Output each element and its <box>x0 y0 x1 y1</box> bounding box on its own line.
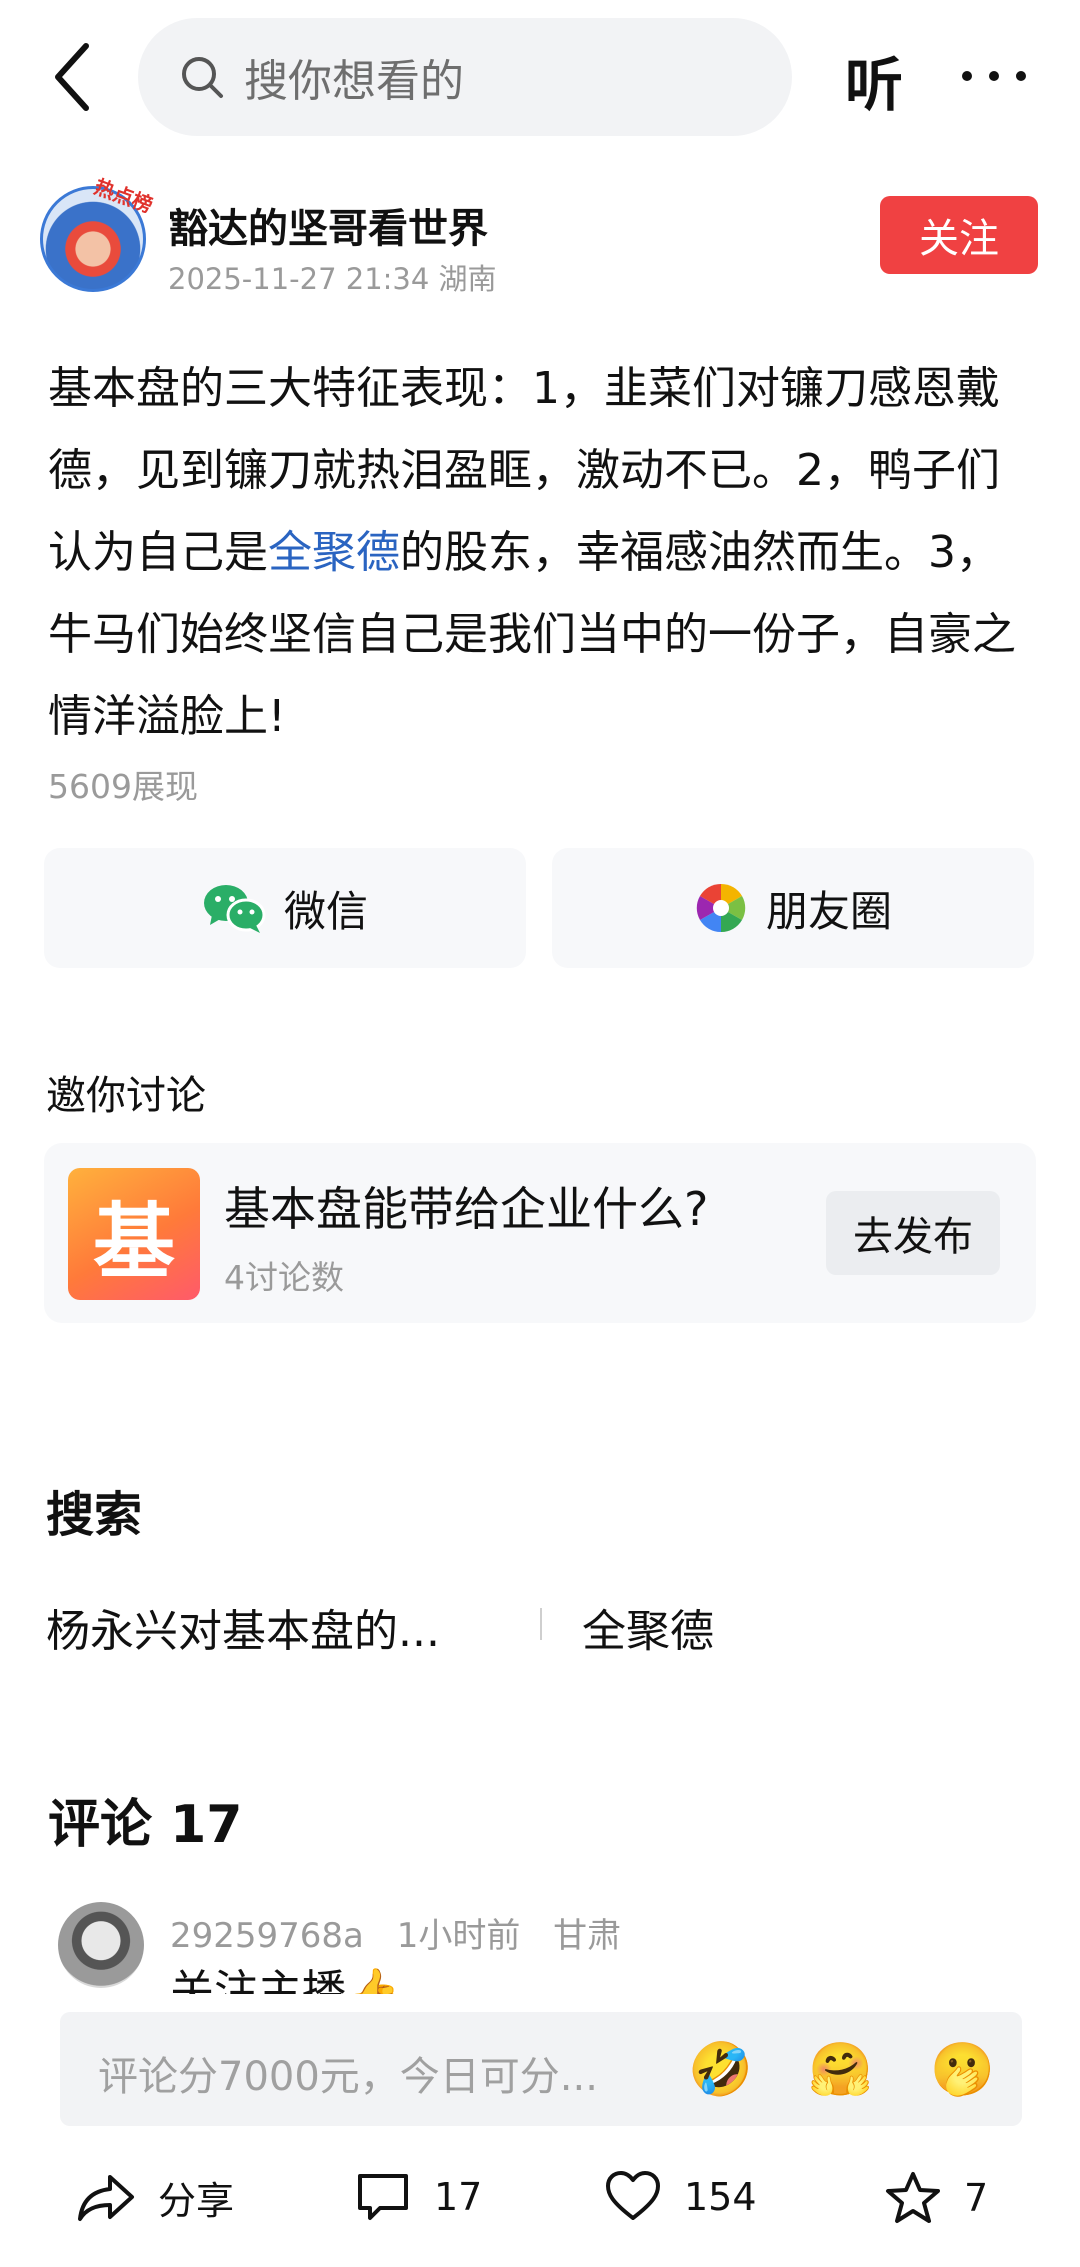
heart-icon <box>606 2171 660 2220</box>
chevron-left-icon <box>55 43 89 111</box>
moments-icon <box>696 883 746 933</box>
search-box[interactable]: 搜你想看的 <box>138 18 792 136</box>
comment-input-placeholder: 评论分7000元，今日可分... <box>98 2054 598 2100</box>
comment-button[interactable]: 17 <box>354 2170 482 2224</box>
laughing-emoji-icon[interactable]: 🤣 <box>688 2040 753 2100</box>
post-topic-link[interactable]: 全聚德 <box>268 527 400 578</box>
follow-button[interactable]: 关注 <box>880 196 1038 274</box>
top-bar: 搜你想看的 听 <box>0 0 1080 155</box>
search-icon <box>182 57 223 98</box>
share-icon <box>78 2174 134 2221</box>
comment-time: 1小时前 <box>396 1916 521 1956</box>
view-count: 5609展现 <box>48 767 198 806</box>
share-wechat-button[interactable]: 微信 <box>44 848 526 968</box>
post-location: 湖南 <box>438 262 497 296</box>
comment-meta: 29259768a 1小时前 甘肃 <box>170 1908 643 1957</box>
search-section-title: 搜索 <box>46 1487 143 1543</box>
hugging-emoji-icon[interactable]: 🤗 <box>808 2040 873 2100</box>
comments-title: 评论 17 <box>48 1795 243 1855</box>
post-meta: 2025-11-27 21:34 湖南 <box>168 256 497 298</box>
share-moments-button[interactable]: 朋友圈 <box>552 848 1034 968</box>
post-body: 基本盘的三大特征表现：1，韭菜们对镰刀感恩戴德，见到镰刀就热泪盈眶，激动不已。2… <box>48 348 1038 758</box>
commenter-avatar[interactable] <box>58 1902 144 1988</box>
back-button[interactable] <box>40 35 104 119</box>
discussion-section-title: 邀你讨论 <box>46 1073 206 1119</box>
discussion-card[interactable]: 基 基本盘能带给企业什么? 4讨论数 去发布 <box>44 1143 1036 1323</box>
comment-icon <box>358 2174 408 2220</box>
share-wechat-label: 微信 <box>283 886 368 936</box>
divider <box>540 1608 542 1640</box>
favorite-button[interactable]: 7 <box>884 2170 988 2226</box>
star-icon <box>886 2172 940 2223</box>
publish-button[interactable]: 去发布 <box>826 1191 1000 1275</box>
share-moments-label: 朋友圈 <box>765 886 892 936</box>
comment-location: 甘肃 <box>553 1916 622 1956</box>
author-name[interactable]: 豁达的坚哥看世界 <box>168 196 488 254</box>
search-suggestion[interactable]: 全聚德 <box>582 1595 714 1659</box>
commenter-name[interactable]: 29259768a <box>170 1916 364 1956</box>
favorite-count: 7 <box>964 2176 989 2220</box>
search-suggestion[interactable]: 杨永兴对基本盘的... <box>46 1595 496 1659</box>
like-count: 154 <box>684 2175 757 2219</box>
comment-text: 关注主播👍 <box>170 1966 401 1994</box>
discussion-logo: 基 <box>68 1168 200 1300</box>
surprised-emoji-icon[interactable]: 🫢 <box>930 2040 995 2100</box>
discussion-question[interactable]: 基本盘能带给企业什么? <box>224 1173 708 1239</box>
comment-count: 17 <box>434 2175 483 2219</box>
like-button[interactable]: 154 <box>604 2170 757 2224</box>
comment-text-clip: 关注主播👍 <box>170 1962 770 1994</box>
wechat-icon <box>203 885 266 933</box>
comment-input[interactable]: 评论分7000元，今日可分... 🤣 🤗 🫢 <box>60 2012 1022 2126</box>
bottom-action-bar: 分享 17 154 7 <box>0 2150 1080 2267</box>
discussion-count: 4讨论数 <box>224 1258 344 1297</box>
share-label: 分享 <box>158 2179 235 2223</box>
listen-button[interactable]: 听 <box>845 38 903 122</box>
post-datetime: 2025-11-27 21:34 <box>168 262 430 296</box>
author-header: 热点榜 豁达的坚哥看世界 2025-11-27 21:34 湖南 关注 <box>40 174 1040 306</box>
more-options-icon[interactable] <box>962 50 1026 102</box>
search-placeholder: 搜你想看的 <box>244 56 464 107</box>
share-button[interactable]: 分享 <box>76 2170 234 2225</box>
